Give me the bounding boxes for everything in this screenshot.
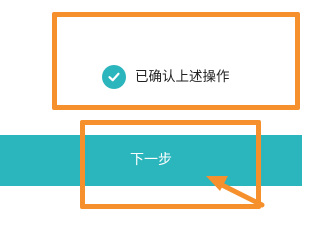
next-step-label: 下一步 — [130, 152, 172, 168]
confirm-label: 已确认上述操作 — [135, 69, 230, 85]
check-circle-icon — [102, 65, 126, 89]
screenshot-canvas: 已确认上述操作 下一步 — [0, 0, 302, 211]
annotation-highlight-confirm — [52, 12, 300, 110]
confirm-checkbox[interactable]: 已确认上述操作 — [102, 64, 230, 90]
next-step-button[interactable]: 下一步 — [0, 135, 302, 186]
